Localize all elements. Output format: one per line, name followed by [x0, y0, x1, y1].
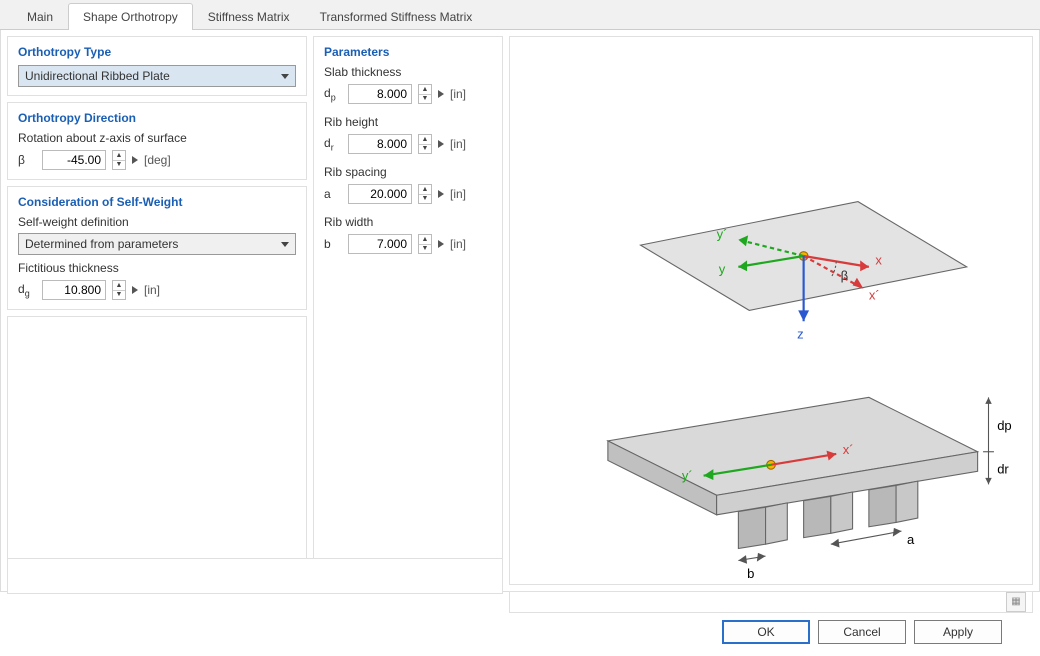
param-symbol: a — [324, 187, 342, 201]
param-spinner[interactable]: ▲▼ — [418, 184, 432, 204]
tab-main[interactable]: Main — [12, 3, 68, 30]
orthotropy-type-value: Unidirectional Ribbed Plate — [25, 69, 170, 83]
param-spinner[interactable]: ▲▼ — [418, 134, 432, 154]
param-input-b[interactable] — [348, 234, 412, 254]
param-label: Rib spacing — [324, 165, 492, 179]
preview-diagram: x x´ y y´ z — [509, 36, 1033, 585]
param-unit: [in] — [450, 87, 466, 101]
param-menu-icon[interactable] — [438, 190, 444, 198]
param-menu-icon[interactable] — [438, 90, 444, 98]
param-unit: [in] — [450, 137, 466, 151]
status-area — [7, 558, 503, 594]
beta-input[interactable] — [42, 150, 106, 170]
svg-text:y´: y´ — [682, 468, 693, 483]
tab-stiffness-matrix[interactable]: Stiffness Matrix — [193, 3, 305, 30]
cancel-button[interactable]: Cancel — [818, 620, 906, 644]
param-spinner[interactable]: ▲▼ — [418, 234, 432, 254]
dg-input[interactable] — [42, 280, 106, 300]
svg-text:y´: y´ — [717, 227, 728, 242]
param-unit: [in] — [450, 237, 466, 251]
param-label: Slab thickness — [324, 65, 492, 79]
apply-button[interactable]: Apply — [914, 620, 1002, 644]
svg-text:z: z — [797, 327, 804, 342]
dg-spinner[interactable]: ▲▼ — [112, 280, 126, 300]
param-spinner[interactable]: ▲▼ — [418, 84, 432, 104]
tab-bar: Main Shape Orthotropy Stiffness Matrix T… — [0, 0, 1040, 30]
svg-text:y: y — [719, 261, 726, 276]
param-menu-icon[interactable] — [438, 140, 444, 148]
param-symbol: dr — [324, 136, 342, 152]
beta-menu-icon[interactable] — [132, 156, 138, 164]
svg-text:x: x — [875, 253, 882, 268]
chevron-down-icon — [281, 242, 289, 247]
svg-text:a: a — [907, 532, 915, 547]
param-label: Rib width — [324, 215, 492, 229]
self-weight-definition-dropdown[interactable]: Determined from parameters — [18, 233, 296, 255]
self-weight-definition-value: Determined from parameters — [25, 237, 178, 251]
dg-menu-icon[interactable] — [132, 286, 138, 294]
param-unit: [in] — [450, 187, 466, 201]
ok-button[interactable]: OK — [722, 620, 810, 644]
panel-orthotropy-direction: Orthotropy Direction Rotation about z-ax… — [7, 102, 307, 180]
tab-shape-orthotropy[interactable]: Shape Orthotropy — [68, 3, 193, 30]
svg-text:β: β — [841, 268, 849, 283]
preview-toolbar: ▦ — [509, 591, 1033, 613]
tab-transformed-stiffness-matrix[interactable]: Transformed Stiffness Matrix — [305, 3, 488, 30]
dg-unit: [in] — [144, 283, 160, 297]
beta-symbol: β — [18, 153, 36, 167]
rotation-label: Rotation about z-axis of surface — [18, 131, 296, 145]
panel-self-weight: Consideration of Self-Weight Self-weight… — [7, 186, 307, 310]
orthotropy-direction-title: Orthotropy Direction — [18, 111, 296, 125]
panel-orthotropy-type: Orthotropy Type Unidirectional Ribbed Pl… — [7, 36, 307, 96]
dialog-body: Orthotropy Type Unidirectional Ribbed Pl… — [0, 30, 1040, 592]
svg-text:x´: x´ — [869, 288, 880, 303]
self-weight-definition-label: Self-weight definition — [18, 215, 296, 229]
param-symbol: dp — [324, 86, 342, 102]
beta-unit: [deg] — [144, 153, 171, 167]
param-input-dp[interactable] — [348, 84, 412, 104]
dialog-buttons: OK Cancel Apply — [722, 620, 1002, 644]
svg-text:dp: dp — [997, 418, 1012, 433]
panel-left-spacer — [7, 316, 307, 585]
svg-text:b: b — [747, 566, 754, 581]
parameters-title: Parameters — [324, 45, 492, 59]
param-symbol: b — [324, 237, 342, 251]
param-input-a[interactable] — [348, 184, 412, 204]
chevron-down-icon — [281, 74, 289, 79]
svg-text:x´: x´ — [843, 442, 854, 457]
self-weight-title: Consideration of Self-Weight — [18, 195, 296, 209]
panel-parameters: Parameters Slab thickness dp ▲▼ [in] Rib hei… — [313, 36, 503, 585]
param-menu-icon[interactable] — [438, 240, 444, 248]
fictitious-thickness-label: Fictitious thickness — [18, 261, 296, 275]
dg-symbol: dg — [18, 282, 36, 298]
orthotropy-type-dropdown[interactable]: Unidirectional Ribbed Plate — [18, 65, 296, 87]
svg-text:dr: dr — [997, 462, 1009, 477]
preview-options-icon[interactable]: ▦ — [1006, 592, 1026, 612]
orthotropy-type-title: Orthotropy Type — [18, 45, 296, 59]
param-label: Rib height — [324, 115, 492, 129]
beta-spinner[interactable]: ▲▼ — [112, 150, 126, 170]
param-input-dr[interactable] — [348, 134, 412, 154]
